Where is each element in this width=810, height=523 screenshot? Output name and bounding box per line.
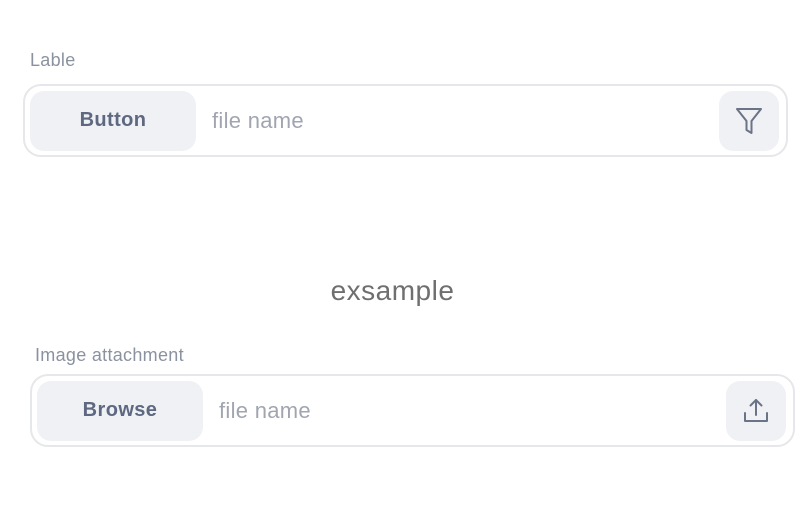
example-caption: exsample: [330, 275, 455, 306]
upload-button[interactable]: [726, 380, 786, 441]
upload-icon: [742, 397, 770, 425]
image-attachment-group: Browse file name: [30, 374, 795, 447]
file-input-group: Button file name: [23, 84, 788, 157]
filter-button[interactable]: [719, 90, 779, 151]
page: Lable Button file name exsample Image at…: [0, 0, 810, 523]
filter-icon: [735, 106, 763, 136]
image-attachment-label: Image attachment: [35, 345, 184, 365]
image-file-name-field[interactable]: file name: [219, 398, 726, 424]
file-name-field[interactable]: file name: [212, 108, 719, 134]
field-label: Lable: [30, 50, 76, 70]
choose-file-button[interactable]: Button: [30, 90, 196, 151]
browse-button[interactable]: Browse: [37, 380, 203, 441]
